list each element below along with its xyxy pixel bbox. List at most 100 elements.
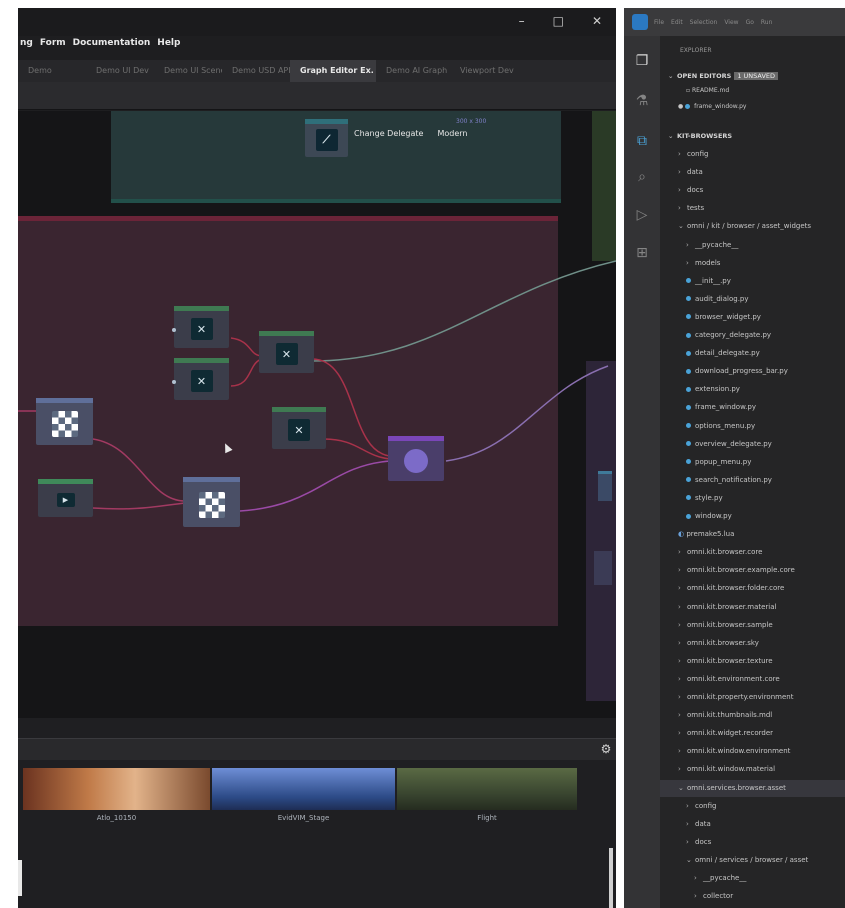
file-tree-folder[interactable]: › omni.kit.property.environment — [678, 689, 793, 706]
file-tree-folder[interactable]: › data — [686, 816, 711, 833]
menu-item-run[interactable]: Run — [761, 19, 773, 36]
menu-item-form[interactable]: Form — [40, 38, 66, 58]
minimize-button[interactable]: – — [519, 14, 525, 28]
math-node[interactable]: ✕ — [172, 306, 229, 348]
file-tree-folder[interactable]: › docs — [686, 834, 711, 851]
file-tree-folder[interactable]: › docs — [678, 182, 703, 199]
checker-icon — [51, 410, 78, 437]
connection-wire — [239, 460, 391, 512]
multiply-icon: ✕ — [275, 343, 298, 366]
file-tree-file[interactable]: detail_delegate.py — [686, 345, 760, 362]
file-tree-file[interactable]: options_menu.py — [686, 418, 755, 435]
explorer-icon[interactable]: ❐ — [633, 52, 651, 70]
run-debug-icon[interactable]: ▷ — [633, 206, 651, 224]
asset-thumbnail[interactable] — [397, 768, 577, 810]
file-tree-folder[interactable]: › omni.kit.thumbnails.mdl — [678, 707, 772, 724]
file-tree-label: popup_menu.py — [695, 457, 752, 466]
tab-graph-editor[interactable]: Graph Editor Ex. — [290, 60, 376, 82]
project-header[interactable]: ⌄ KIT-BROWSERS — [668, 132, 732, 140]
file-tree-file[interactable]: popup_menu.py — [686, 454, 751, 471]
file-tree-folder[interactable]: › tests — [678, 200, 704, 217]
file-tree-folder[interactable]: › omni.kit.browser.example.core — [678, 562, 795, 579]
file-tree-folder[interactable]: › omni.kit.browser.sky — [678, 635, 759, 652]
file-tree-file[interactable]: extension.py — [686, 381, 740, 398]
menu-item-go[interactable]: Go — [746, 19, 754, 36]
search-icon[interactable]: ⌕ — [633, 168, 651, 186]
math-node[interactable]: ✕ — [272, 407, 326, 449]
connection-wire — [323, 438, 391, 460]
file-tree-file[interactable]: category_delegate.py — [686, 327, 771, 344]
menu-item-file[interactable]: File — [654, 19, 664, 36]
graph-editor-window: – □ ✕ ng Form Documentation Help Demo De… — [18, 8, 616, 908]
remote-icon[interactable]: ⊞ — [633, 244, 651, 262]
open-editor-item[interactable]: ● frame_window.py — [678, 98, 746, 115]
close-button[interactable]: ✕ — [592, 14, 602, 28]
checker-texture-node[interactable] — [36, 398, 93, 445]
file-tree-folder[interactable]: › omni.kit.environment.core — [678, 671, 780, 688]
file-tree-file[interactable]: download_progress_bar.py — [686, 363, 788, 380]
flask-icon[interactable]: ⚗ — [633, 92, 651, 110]
file-tree-file[interactable]: frame_window.py — [686, 399, 756, 416]
change-delegate-label: Change Delegate Modern — [354, 129, 467, 138]
unsaved-badge: 1 UNSAVED — [734, 72, 779, 80]
menu-item-help[interactable]: Help — [157, 38, 180, 58]
file-tree-file[interactable]: window.py — [686, 508, 732, 525]
file-tree-folder[interactable]: › omni.kit.browser.folder.core — [678, 580, 784, 597]
change-delegate-node[interactable]: ⟋ — [305, 119, 348, 157]
file-tree-file[interactable]: ◐ premake5.lua — [678, 526, 734, 543]
file-tree-file[interactable]: search_notification.py — [686, 472, 772, 489]
scrollbar[interactable] — [609, 848, 613, 908]
multiply-icon: ✕ — [190, 318, 213, 341]
file-tree-folder[interactable]: › collector — [694, 888, 733, 905]
file-tree-file[interactable]: __init__.py — [686, 273, 731, 290]
file-tree-folder[interactable]: ⌄ omni.services.browser.asset — [660, 779, 845, 797]
file-tree-folder[interactable]: › omni.kit.window.material — [678, 761, 775, 778]
file-tree-folder[interactable]: › omni.kit.browser.core — [678, 544, 762, 561]
file-tree-file[interactable]: overview_delegate.py — [686, 436, 772, 453]
chevron-right-icon: › — [678, 656, 681, 665]
menu-item-ng[interactable]: ng — [20, 38, 33, 58]
material-output-node[interactable] — [388, 436, 444, 481]
file-tree-folder[interactable]: › omni.kit.window.environment — [678, 743, 790, 760]
math-node[interactable]: ✕ — [259, 331, 314, 373]
open-editor-item[interactable]: ▫ README.md — [686, 82, 729, 99]
menu-item-view[interactable]: View — [724, 19, 738, 36]
tab-demo-usd-api[interactable]: Demo USD API — [222, 60, 290, 82]
file-tree-folder[interactable]: › data — [678, 164, 703, 181]
asset-thumbnail[interactable] — [23, 768, 210, 810]
tab-demo[interactable]: Demo — [18, 60, 86, 82]
open-editors-header[interactable]: ⌄ OPEN EDITORS 1 UNSAVED — [668, 72, 779, 80]
file-tree-folder[interactable]: › config — [686, 798, 716, 815]
file-tree-folder[interactable]: › config — [678, 146, 708, 163]
math-node[interactable]: ✕ — [172, 358, 229, 400]
asset-thumbnail[interactable] — [212, 768, 395, 810]
tab-viewport-dev[interactable]: Viewport Dev — [450, 60, 518, 82]
menu-item-edit[interactable]: Edit — [671, 19, 683, 36]
file-tree-folder[interactable]: › models — [686, 255, 720, 272]
constant-node[interactable]: ▶ — [38, 479, 93, 517]
file-tree-folder[interactable]: ⌄ omni / kit / browser / asset_widgets — [678, 218, 811, 235]
checker-texture-node[interactable] — [183, 477, 240, 527]
file-tree-file[interactable]: style.py — [686, 490, 723, 507]
python-file-icon — [686, 368, 691, 374]
file-tree-folder[interactable]: › omni.kit.browser.material — [678, 599, 776, 616]
panel-splitter[interactable] — [18, 860, 22, 896]
tab-strip: Demo Demo UI Dev Demo UI Scenes Demo USD… — [18, 60, 616, 82]
file-tree-folder[interactable]: › omni.kit.browser.texture — [678, 653, 773, 670]
file-tree-file[interactable]: audit_dialog.py — [686, 291, 749, 308]
menu-item-documentation[interactable]: Documentation — [73, 38, 151, 58]
tab-demo-ui-dev[interactable]: Demo UI Dev — [86, 60, 154, 82]
tab-demo-ui-scenes[interactable]: Demo UI Scenes — [154, 60, 222, 82]
gear-icon[interactable]: ⚙ — [598, 741, 614, 757]
maximize-button[interactable]: □ — [553, 14, 564, 28]
file-tree-folder[interactable]: › omni.kit.widget.recorder — [678, 725, 773, 742]
tab-demo-ai-graph[interactable]: Demo AI Graph — [376, 60, 450, 82]
node-graph-canvas[interactable]: ⟋ Change Delegate Modern 300 x 300 ✕ ✕ ✕… — [18, 111, 616, 718]
file-tree-folder[interactable]: ⌄ omni / services / browser / asset — [686, 852, 808, 869]
file-tree-folder[interactable]: › __pycache__ — [686, 237, 738, 254]
extensions-icon[interactable]: ⧉ — [633, 132, 651, 150]
menu-item-selection[interactable]: Selection — [690, 19, 718, 36]
file-tree-file[interactable]: browser_widget.py — [686, 309, 761, 326]
file-tree-folder[interactable]: › omni.kit.browser.sample — [678, 617, 773, 634]
file-tree-folder[interactable]: › __pycache__ — [694, 870, 746, 887]
